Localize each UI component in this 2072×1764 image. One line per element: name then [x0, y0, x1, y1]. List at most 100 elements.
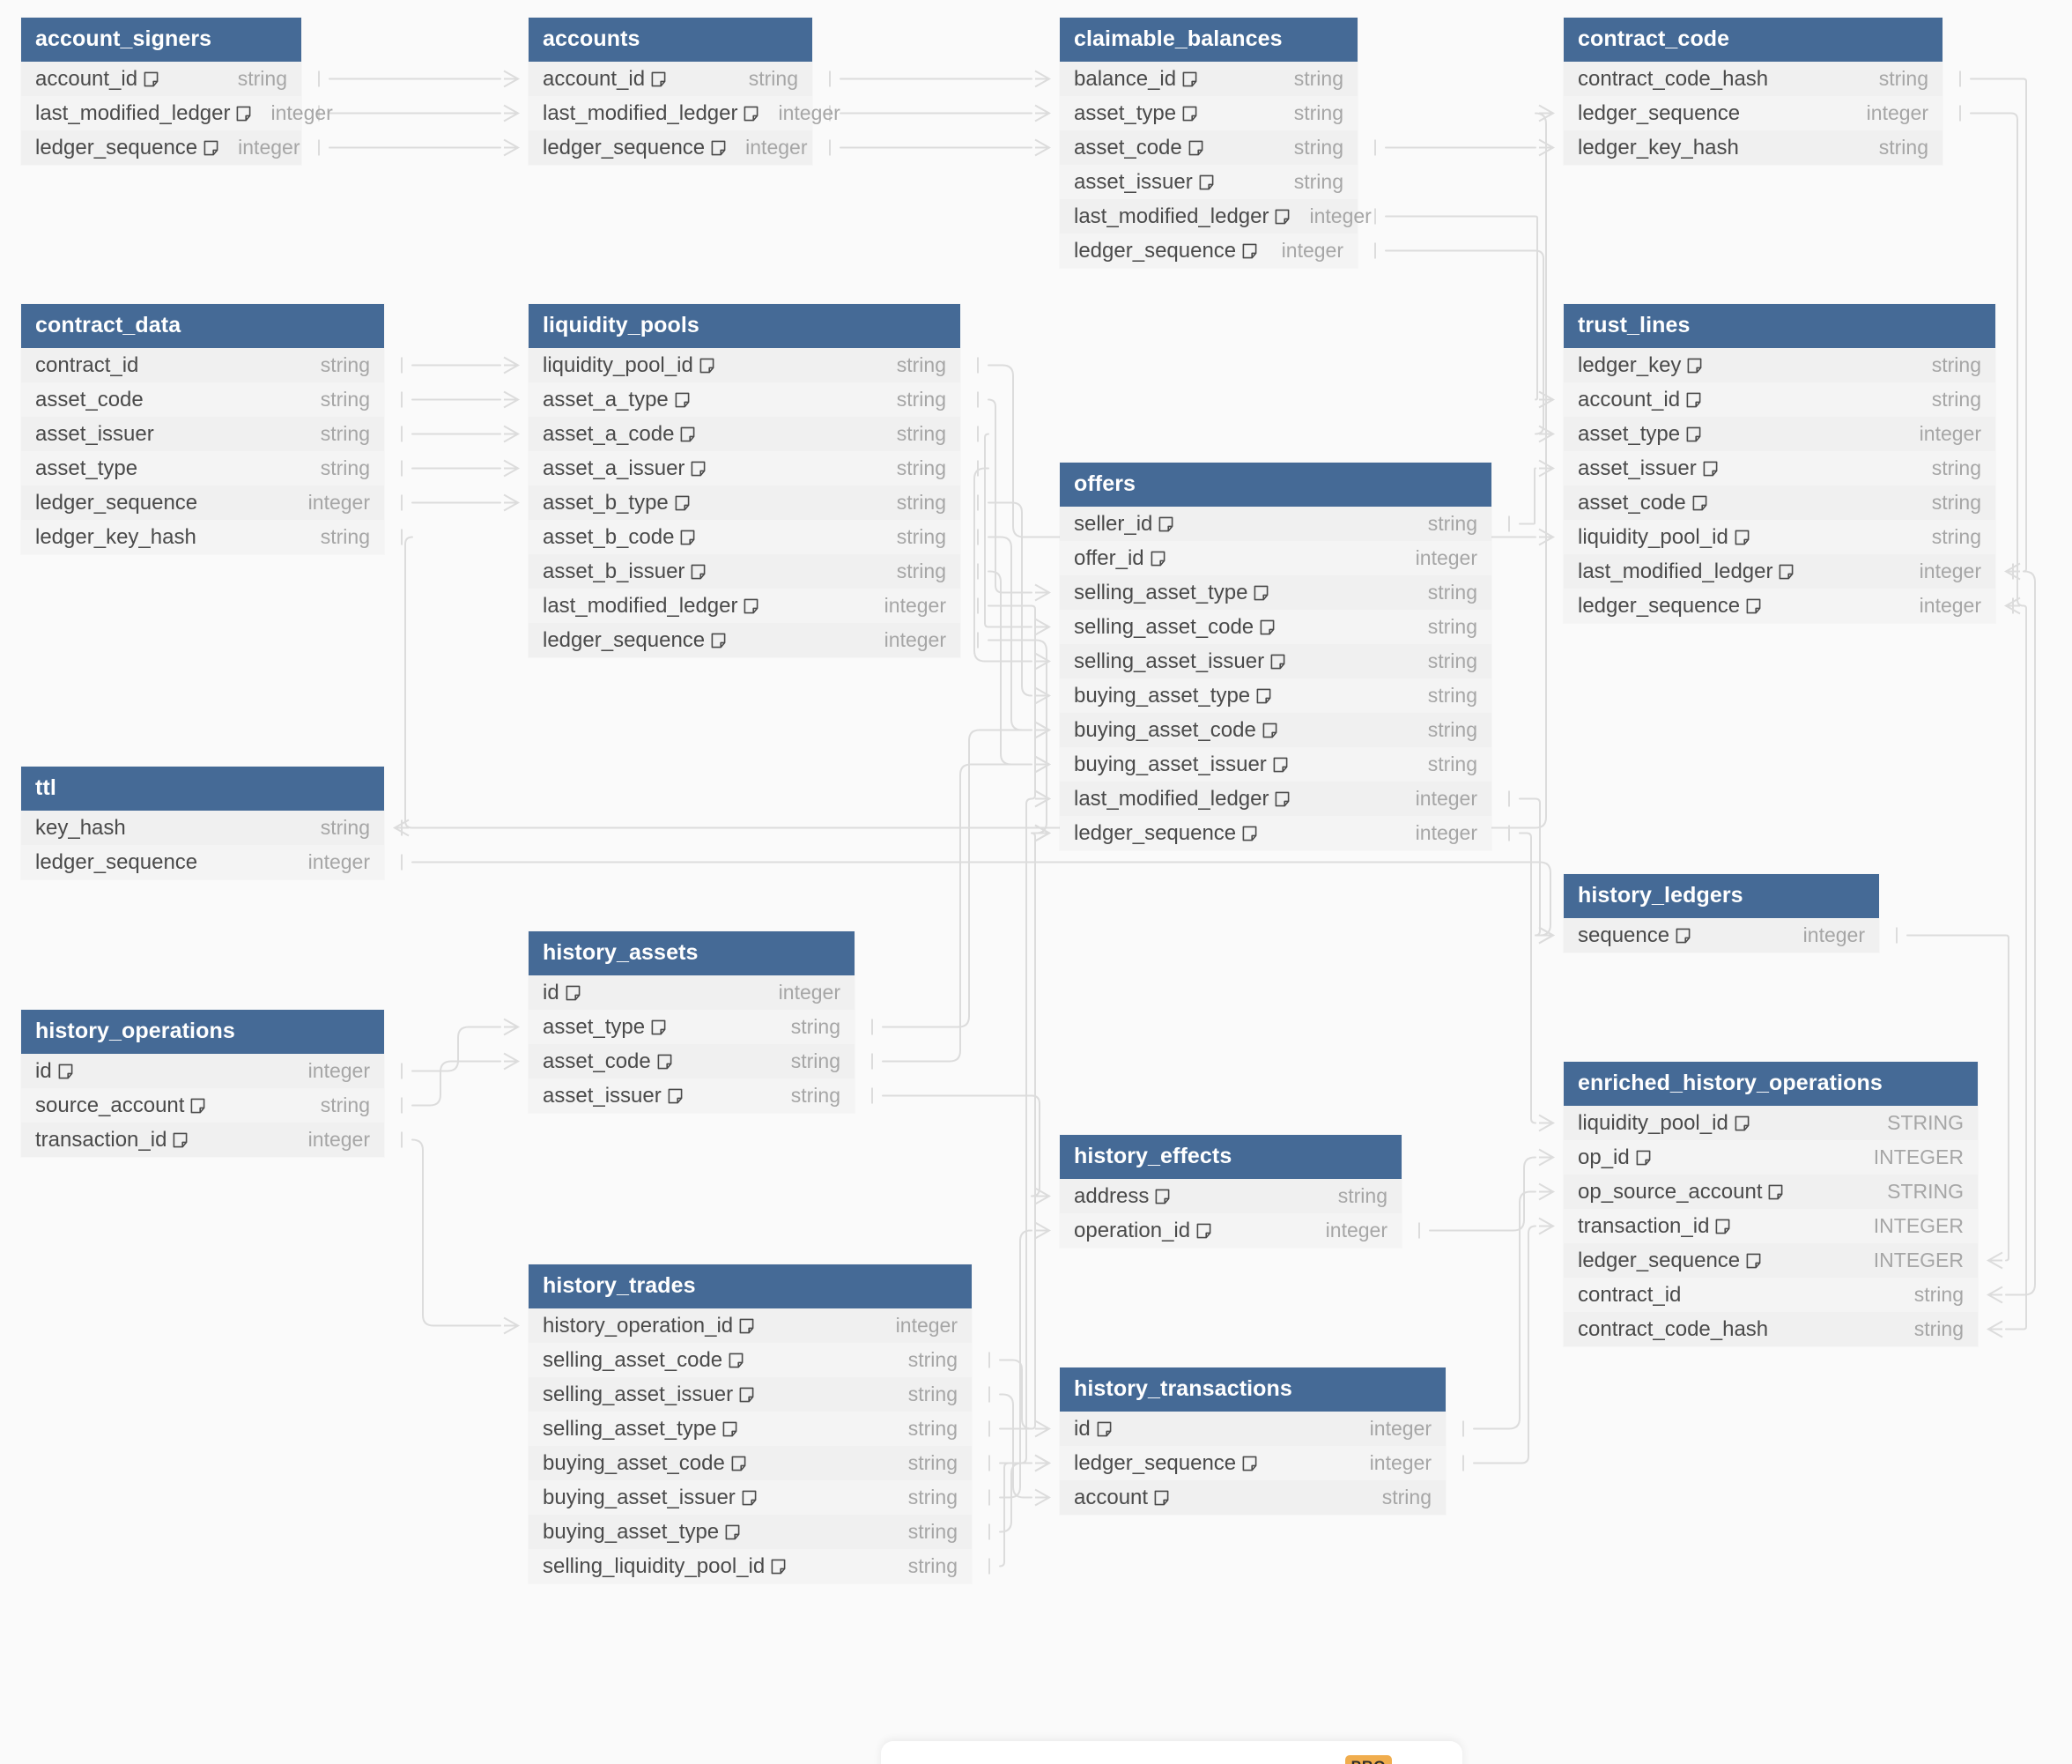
field-row[interactable]: offer_id integer [1060, 541, 1491, 575]
field-row[interactable]: ledger_sequence integer [1060, 816, 1491, 850]
field-row[interactable]: ledger_sequence integer [529, 130, 812, 165]
field-row[interactable]: asset_a_type string [529, 382, 960, 417]
field-row[interactable]: asset_b_issuer string [529, 554, 960, 589]
entity-contract_data[interactable]: contract_data contract_id string asset_code… [21, 304, 384, 554]
entity-contract_code[interactable]: contract_code contract_code_hash string led… [1564, 18, 1942, 165]
field-row[interactable]: ledger_sequence integer [21, 130, 301, 165]
field-row[interactable]: asset_type integer [1564, 417, 1995, 451]
entity-account_signers[interactable]: account_signers account_id string last_modi… [21, 18, 333, 165]
field-row[interactable]: ledger_key_hash string [1564, 130, 1942, 165]
field-name-group: asset_a_code [543, 422, 695, 447]
field-row[interactable]: last_modified_ledger integer [1564, 554, 1995, 589]
entity-liquidity_pools[interactable]: liquidity_pools liquidity_pool_id string as… [529, 304, 960, 657]
entity-history_operations[interactable]: history_operations id integer source_accoun… [21, 1010, 384, 1157]
field-row[interactable]: asset_issuer string [529, 1078, 855, 1113]
field-row[interactable]: buying_asset_issuer string [1060, 747, 1491, 782]
entity-offers[interactable]: offers seller_id string offer_id integer sell… [1060, 463, 1491, 850]
field-row[interactable]: id integer [1060, 1412, 1446, 1446]
entity-accounts[interactable]: accounts account_id string last_modified_le… [529, 18, 840, 165]
field-row[interactable]: selling_asset_type string [529, 1412, 972, 1446]
field-row[interactable]: liquidity_pool_id string [1564, 520, 1995, 554]
field-row[interactable]: asset_issuer string [1060, 165, 1358, 199]
field-row[interactable]: asset_issuer string [21, 417, 384, 451]
field-row[interactable]: address string [1060, 1179, 1402, 1213]
field-row[interactable]: asset_b_code string [529, 520, 960, 554]
field-row[interactable]: liquidity_pool_id string [529, 348, 960, 382]
field-row[interactable]: account_id string [1564, 382, 1995, 417]
field-row[interactable]: op_source_account STRING [1564, 1175, 1978, 1209]
field-row[interactable]: ledger_key string [1564, 348, 1995, 382]
entity-history_ledgers[interactable]: history_ledgers sequence integer [1564, 874, 1879, 952]
field-row[interactable]: asset_a_code string [529, 417, 960, 451]
field-name: asset_code [1578, 490, 1686, 515]
field-row[interactable]: selling_asset_issuer string [529, 1377, 972, 1412]
field-row[interactable]: asset_type string [529, 1010, 855, 1044]
field-row[interactable]: contract_code_hash string [1564, 1312, 1978, 1346]
field-row[interactable]: ledger_sequence INTEGER [1564, 1243, 1978, 1278]
field-row[interactable]: selling_asset_code string [1060, 610, 1491, 644]
entity-history_trades[interactable]: history_trades history_operation_id intege… [529, 1264, 972, 1583]
entity-enriched_history_operations[interactable]: enriched_history_operations liquidity_poo… [1564, 1062, 1978, 1346]
field-row[interactable]: asset_issuer string [1564, 451, 1995, 485]
field-row[interactable]: asset_code string [1060, 130, 1358, 165]
field-row[interactable]: ledger_sequence integer [21, 845, 384, 879]
field-row[interactable]: asset_a_issuer string [529, 451, 960, 485]
entity-claimable_balances[interactable]: claimable_balances balance_id string asset_… [1060, 18, 1372, 268]
field-row[interactable]: liquidity_pool_id STRING [1564, 1106, 1978, 1140]
field-row[interactable]: contract_code_hash string [1564, 62, 1942, 96]
field-row[interactable]: asset_code string [21, 382, 384, 417]
field-row[interactable]: op_id INTEGER [1564, 1140, 1978, 1175]
field-row[interactable]: last_modified_ledger integer [1060, 782, 1491, 816]
field-row[interactable]: ledger_sequence integer [1060, 1446, 1446, 1480]
field-row[interactable]: id integer [21, 1054, 384, 1088]
field-row[interactable]: sequence integer [1564, 918, 1879, 952]
field-row[interactable]: last_modified_ledger integer [1060, 199, 1372, 233]
field-row[interactable]: buying_asset_type string [529, 1515, 972, 1549]
field-row[interactable]: buying_asset_issuer string [529, 1480, 972, 1515]
field-row[interactable]: source_account string [21, 1088, 384, 1123]
key-field-icon [1097, 1421, 1112, 1437]
field-row[interactable]: selling_asset_issuer string [1060, 644, 1491, 678]
field-row[interactable]: contract_id string [21, 348, 384, 382]
field-row[interactable]: asset_code string [1564, 485, 1995, 520]
field-row[interactable]: ledger_sequence integer [1564, 589, 1995, 623]
field-row[interactable]: account_id string [21, 62, 301, 96]
field-row[interactable]: asset_b_type string [529, 485, 960, 520]
field-row[interactable]: history_operation_id integer [529, 1308, 972, 1343]
field-row[interactable]: selling_asset_type string [1060, 575, 1491, 610]
field-row[interactable]: asset_type string [1060, 96, 1358, 130]
field-row[interactable]: key_hash string [21, 811, 384, 845]
field-row[interactable]: contract_id string [1564, 1278, 1978, 1312]
field-row[interactable]: selling_asset_code string [529, 1343, 972, 1377]
entity-history_assets[interactable]: history_assets id integer asset_type string a… [529, 931, 855, 1113]
entity-ttl[interactable]: ttl key_hash string ledger_sequence integer [21, 767, 384, 879]
field-row[interactable]: transaction_id INTEGER [1564, 1209, 1978, 1243]
field-row[interactable]: ledger_sequence integer [529, 623, 960, 657]
field-row[interactable]: ledger_key_hash string [21, 520, 384, 554]
field-row[interactable]: seller_id string [1060, 507, 1491, 541]
field-row[interactable]: account_id string [529, 62, 812, 96]
entity-history_effects[interactable]: history_effects address string operation_id… [1060, 1135, 1402, 1248]
field-row[interactable]: selling_liquidity_pool_id string [529, 1549, 972, 1583]
field-row[interactable]: buying_asset_code string [1060, 713, 1491, 747]
field-row[interactable]: asset_code string [529, 1044, 855, 1078]
er-diagram-canvas[interactable]: account_signers account_id string last_modi… [0, 0, 2072, 1764]
field-row[interactable]: buying_asset_code string [529, 1446, 972, 1480]
field-row[interactable]: last_modified_ledger integer [529, 96, 840, 130]
field-row[interactable]: ledger_sequence integer [21, 485, 384, 520]
field-row[interactable]: operation_id integer [1060, 1213, 1402, 1248]
field-row[interactable]: transaction_id integer [21, 1123, 384, 1157]
entity-history_transactions[interactable]: history_transactions id integer ledger_sequ… [1060, 1367, 1446, 1515]
key-field-icon [680, 530, 695, 545]
entity-trust_lines[interactable]: trust_lines ledger_key string account_id str… [1564, 304, 1995, 623]
field-row[interactable]: balance_id string [1060, 62, 1358, 96]
field-row[interactable]: id integer [529, 975, 855, 1010]
pro-badge[interactable]: PRO [1345, 1755, 1392, 1764]
field-row[interactable]: buying_asset_type string [1060, 678, 1491, 713]
field-row[interactable]: asset_type string [21, 451, 384, 485]
field-row[interactable]: last_modified_ledger integer [529, 589, 960, 623]
field-row[interactable]: ledger_sequence integer [1564, 96, 1942, 130]
field-row[interactable]: last_modified_ledger integer [21, 96, 333, 130]
field-row[interactable]: account string [1060, 1480, 1446, 1515]
field-row[interactable]: ledger_sequence integer [1060, 233, 1358, 268]
